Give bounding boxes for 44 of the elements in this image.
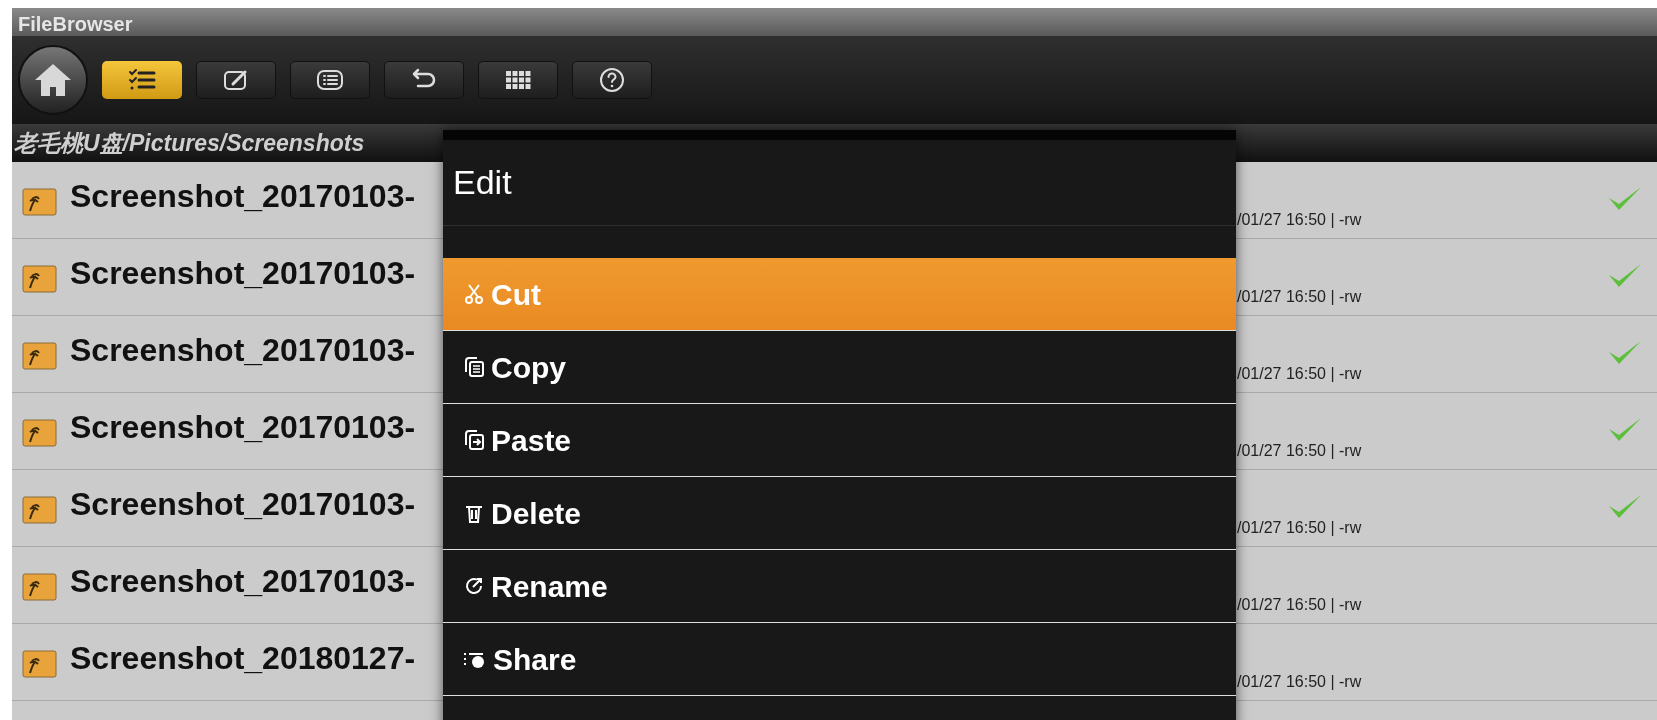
toolbar-button[interactable] <box>102 61 182 99</box>
image-file-icon <box>22 187 58 217</box>
toolbar-button[interactable] <box>196 61 276 99</box>
menu-item[interactable]: Share <box>443 623 1236 696</box>
toolbar-button[interactable] <box>384 61 464 99</box>
file-details: /01/27 16:50 | -rw <box>1237 518 1362 538</box>
file-name: Screenshot_20170103- <box>70 331 416 370</box>
file-details: /01/27 16:50 | -rw <box>1237 287 1362 307</box>
menu-item[interactable]: Delete <box>443 477 1236 550</box>
scissors-icon <box>463 283 485 305</box>
file-name: Screenshot_20170103- <box>70 562 416 601</box>
file-details: /01/27 16:50 | -rw <box>1237 595 1362 615</box>
image-file-icon <box>22 264 58 294</box>
image-file-icon <box>22 649 58 679</box>
menu-item[interactable]: Copy <box>443 331 1236 404</box>
grid-icon <box>504 69 532 91</box>
house-icon <box>33 62 73 98</box>
file-name: Screenshot_20170103- <box>70 408 416 447</box>
menu-title: Edit <box>453 162 512 203</box>
path-text: 老毛桃U盘/Pictures/Screenshots <box>14 128 365 158</box>
image-file-icon <box>22 495 58 525</box>
toolbar-button[interactable] <box>478 61 558 99</box>
file-name: Screenshot_20170103- <box>70 485 416 524</box>
image-file-icon <box>22 418 58 448</box>
file-name: Screenshot_20180127- <box>70 639 416 678</box>
file-details: /01/27 16:50 | -rw <box>1237 441 1362 461</box>
circle-arrow-icon <box>463 575 485 597</box>
file-details: /01/27 16:50 | -rw <box>1237 672 1362 692</box>
toolbar-button[interactable] <box>290 61 370 99</box>
toolbar-button[interactable] <box>572 61 652 99</box>
menu-item[interactable]: Paste <box>443 404 1236 477</box>
list-icon <box>316 68 344 92</box>
window-title: FileBrowser <box>18 12 133 36</box>
copy-icon <box>463 356 485 378</box>
file-name: Screenshot_20170103- <box>70 177 416 216</box>
help-icon <box>599 67 625 93</box>
file-details: /01/27 16:50 | -rw <box>1237 364 1362 384</box>
file-details: /01/27 16:50 | -rw <box>1237 210 1362 230</box>
menu-item[interactable]: Rename <box>443 550 1236 623</box>
checklist-icon <box>127 68 157 92</box>
image-file-icon <box>22 341 58 371</box>
paste-icon <box>463 429 485 451</box>
image-file-icon <box>22 572 58 602</box>
file-name: Screenshot_20170103- <box>70 254 416 293</box>
